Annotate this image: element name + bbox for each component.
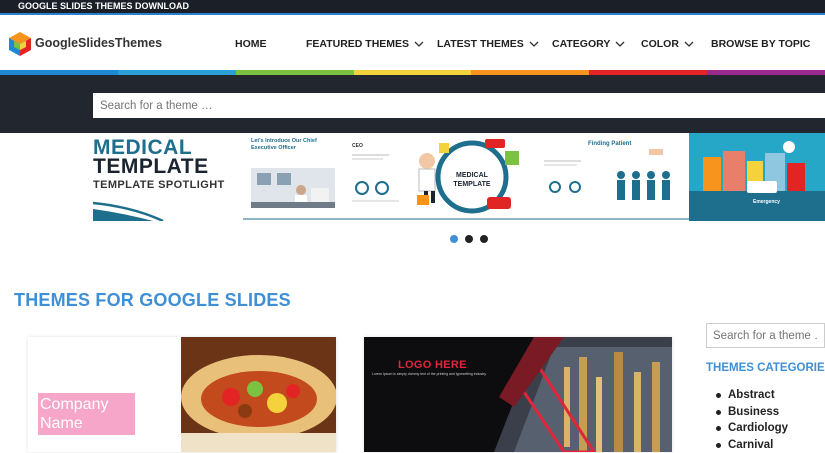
chevron-down-icon [529,40,539,48]
category-link-business[interactable]: Business [716,404,788,421]
theme-card-food[interactable]: Company Name [28,337,336,452]
slide-emergency-label: Emergency [753,199,780,205]
nav-browse-by-topic-label: BROWSE BY TOPIC [711,38,810,50]
slider-dot-1[interactable] [450,235,458,243]
category-link-abstract[interactable]: Abstract [716,387,788,404]
navbar: GoogleSlidesThemes HOME FEATURED THEMES … [0,17,825,70]
section-title: THEMES FOR GOOGLE SLIDES [14,290,291,311]
search-input[interactable] [93,93,825,118]
office-photo-illustration [251,168,335,208]
nav-featured-themes[interactable]: FEATURED THEMES [306,38,424,50]
slider-dots [450,235,488,243]
slide-ceo-label: CEO [352,143,363,149]
patient-people-graphic [541,135,681,215]
slide-ceo-intro-title: Let's Introduce Our Chief Executive Offi… [251,138,321,152]
category-link-carnival[interactable]: Carnival [716,437,788,453]
logo-here-label: LOGO HERE [398,359,467,371]
nav-latest-themes-label: LATEST THEMES [437,38,524,50]
nav-color[interactable]: COLOR [641,38,694,50]
banner-slide-medical-template: MEDICAL TEMPLATE [409,133,535,221]
city-night-illustration [364,337,672,452]
top-bar: GOOGLE SLIDES THEMES DOWNLOAD [0,0,825,15]
slider-dot-3[interactable] [480,235,488,243]
banner-slide-ceo-intro: Let's Introduce Our Chief Executive Offi… [248,135,338,215]
company-name-label: Company Name [38,393,135,435]
slide-medical-template-label: MEDICAL TEMPLATE [452,171,492,189]
sidebar-search-input[interactable] [706,323,825,348]
chevron-down-icon [414,40,424,48]
banner-subtitle: TEMPLATE SPOTLIGHT [93,179,225,191]
banner-slide-ceo: CEO [349,135,407,215]
burrito-photo-illustration [181,337,336,452]
nav-color-label: COLOR [641,38,679,50]
nav-browse-by-topic[interactable]: BROWSE BY TOPIC [711,38,810,50]
featured-banner[interactable]: MEDICAL TEMPLATE TEMPLATE SPOTLIGHT Let'… [93,133,825,221]
nav-category[interactable]: CATEGORY [552,38,625,50]
themes-categories-heading: THEMES CATEGORIES [706,362,825,374]
nav-featured-themes-label: FEATURED THEMES [306,38,409,50]
category-link-cardiology[interactable]: Cardiology [716,420,788,437]
logo-cube-icon[interactable] [8,31,32,57]
nav-home-label: HOME [235,38,267,50]
brand-name[interactable]: GoogleSlidesThemes [35,36,162,50]
nav-category-label: CATEGORY [552,38,610,50]
chevron-down-icon [684,40,694,48]
nav-latest-themes[interactable]: LATEST THEMES [437,38,539,50]
top-bar-label[interactable]: GOOGLE SLIDES THEMES DOWNLOAD [18,0,189,12]
banner-slide-finding-patient: Finding Patient [541,135,681,215]
categories-list: Abstract Business Cardiology Carnival [716,387,788,453]
banner-title-line2: TEMPLATE [93,155,209,179]
nav-home[interactable]: HOME [235,38,267,50]
theme-card-city[interactable]: LOGO HERE Lorem Ipsum is simply dummy te… [364,337,672,452]
slide-finding-patient-label: Finding Patient [588,141,631,147]
office-photo [251,168,335,208]
slider-dot-2[interactable] [465,235,473,243]
chevron-down-icon [615,40,625,48]
city-emergency-graphic [689,133,825,221]
banner-slide-emergency: Emergency [689,133,825,221]
card-city-body-text: Lorem Ipsum is simply dummy text of the … [372,372,492,376]
food-photo [181,337,336,452]
